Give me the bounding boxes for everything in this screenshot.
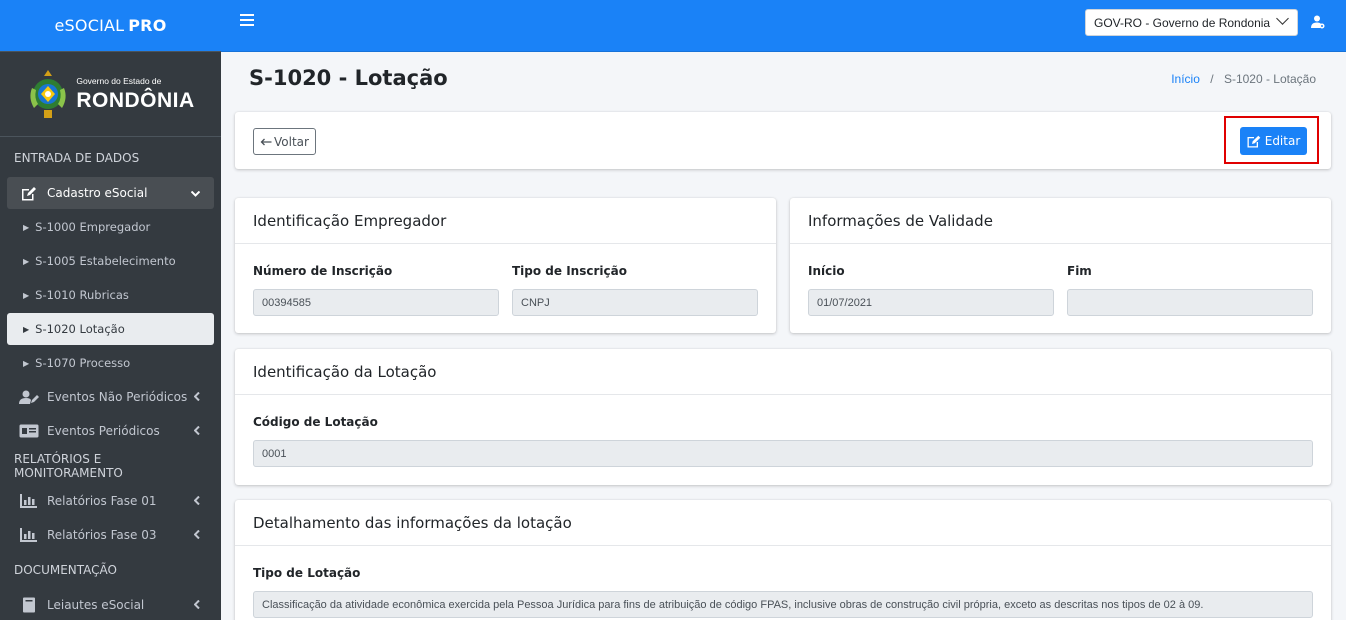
bar-chart-icon [19,527,39,543]
organization-select-value: GOV-RO - Governo de Rondonia [1094,15,1271,30]
nav-header-relatorios: RELATÓRIOS E MONITORAMENTO [14,452,123,480]
inicio-field: 01/07/2021 [808,289,1054,316]
sidebar-subitem-s1000[interactable]: ▶ S-1000 Empregador [7,211,214,243]
sidebar-subitem-s1005[interactable]: ▶ S-1005 Estabelecimento [7,245,214,277]
edit-button[interactable]: Editar [1240,127,1307,155]
caret-right-icon: ▶ [23,290,30,300]
edit-icon [1247,135,1261,147]
user-cog-icon[interactable] [1311,15,1325,29]
validade-card-title: Informações de Validade [790,198,1331,244]
chevron-down-icon [190,187,201,200]
breadcrumb-separator: / [1210,72,1214,86]
nav-header-entrada: ENTRADA DE DADOS [14,151,140,165]
breadcrumb: Início / S-1020 - Lotação [1171,72,1316,86]
empregador-card-title: Identificação Empregador [235,198,776,244]
actions-card: Voltar Editar [235,112,1331,169]
chevron-left-icon [193,529,200,542]
sidebar-item-eventos-periodicos[interactable]: Eventos Periódicos [7,415,214,447]
logo-small-text: Governo do Estado de [76,76,162,87]
validade-card: Informações de Validade Início 01/07/202… [790,198,1331,333]
chevron-left-icon [193,425,200,438]
numero-inscricao-label: Número de Inscrição [253,264,393,278]
sidebar-item-eventos-nao-periodicos[interactable]: Eventos Não Periódicos [7,381,214,413]
brand-text: eSOCIAL [54,16,125,35]
state-logo: Governo do Estado de RONDÔNIA [0,52,221,137]
page-title: S-1020 - Lotação [249,66,448,90]
lotacao-card: Identificação da Lotação Código de Lotaç… [235,349,1331,485]
edit-highlight-box: Editar [1224,116,1319,164]
detalhamento-card-title: Detalhamento das informações da lotação [235,500,1331,546]
top-navbar: GOV-RO - Governo de Rondonia [221,0,1346,52]
sidebar-subitem-label: S-1010 Rubricas [35,288,129,302]
sidebar-item-relatorios-fase03[interactable]: Relatórios Fase 03 [7,519,214,551]
sidebar-item-label: Relatórios Fase 01 [47,494,157,508]
id-card-icon [19,423,39,439]
sidebar-item-label: Eventos Periódicos [47,424,160,438]
chevron-left-icon [193,391,200,404]
sidebar: eSOCIAL PRO Governo do Estado de RONDÔNI… [0,0,221,620]
sidebar-item-label: Cadastro eSocial [47,186,148,200]
organization-select[interactable]: GOV-RO - Governo de Rondonia [1085,9,1298,36]
tipo-lotacao-label: Tipo de Lotação [253,566,361,580]
caret-right-icon: ▶ [23,222,30,232]
sidebar-item-label: Eventos Não Periódicos [47,390,188,404]
arrow-left-icon [260,138,272,145]
sidebar-subitem-label: S-1005 Estabelecimento [35,254,176,268]
hamburger-menu-icon[interactable] [240,14,254,30]
bar-chart-icon [19,493,39,509]
state-emblem-icon [30,70,66,118]
sidebar-subitem-s1070[interactable]: ▶ S-1070 Processo [7,347,214,379]
empregador-card: Identificação Empregador Número de Inscr… [235,198,776,333]
tipo-inscricao-field: CNPJ [512,289,758,316]
nav-header-documentacao: DOCUMENTAÇÃO [14,563,117,577]
tipo-lotacao-field: Classificação da atividade econômica exe… [253,591,1313,618]
codigo-lotacao-label: Código de Lotação [253,415,378,429]
sidebar-subitem-label: S-1000 Empregador [35,220,151,234]
sidebar-item-label: Leiautes eSocial [47,598,145,612]
chevron-left-icon [193,495,200,508]
edit-icon [19,185,39,201]
brand-bold: PRO [128,16,167,35]
breadcrumb-home-link[interactable]: Início [1171,72,1200,86]
lotacao-card-title: Identificação da Lotação [235,349,1331,395]
detalhamento-card: Detalhamento das informações da lotação … [235,500,1331,620]
breadcrumb-current: S-1020 - Lotação [1223,72,1316,86]
inicio-label: Início [808,264,845,278]
sidebar-subitem-label: S-1020 Lotação [35,322,125,336]
sidebar-item-cadastro-esocial[interactable]: Cadastro eSocial [7,177,214,209]
sidebar-item-leiautes[interactable]: Leiautes eSocial [7,589,214,620]
logo-big-text: RONDÔNIA [76,88,195,112]
caret-right-icon: ▶ [23,358,30,368]
user-edit-icon [19,389,39,405]
sidebar-item-label: Relatórios Fase 03 [47,528,157,542]
caret-right-icon: ▶ [23,256,30,266]
sidebar-subitem-s1010[interactable]: ▶ S-1010 Rubricas [7,279,214,311]
book-icon [19,597,39,613]
edit-button-label: Editar [1264,134,1301,148]
back-button-label: Voltar [274,134,309,149]
brand-logo-link[interactable]: eSOCIAL PRO [0,0,221,52]
back-button[interactable]: Voltar [253,128,316,155]
codigo-lotacao-field: 0001 [253,440,1313,467]
numero-inscricao-field: 00394585 [253,289,499,316]
fim-field [1067,289,1313,316]
tipo-inscricao-label: Tipo de Inscrição [512,264,627,278]
main-content: S-1020 - Lotação Início / S-1020 - Lotaç… [221,52,1346,620]
chevron-down-icon [1276,12,1289,25]
caret-right-icon: ▶ [23,324,30,334]
chevron-left-icon [193,599,200,612]
sidebar-subitem-s1020[interactable]: ▶ S-1020 Lotação [7,313,214,345]
sidebar-item-relatorios-fase01[interactable]: Relatórios Fase 01 [7,485,214,517]
sidebar-subitem-label: S-1070 Processo [35,356,131,370]
fim-label: Fim [1067,264,1092,278]
